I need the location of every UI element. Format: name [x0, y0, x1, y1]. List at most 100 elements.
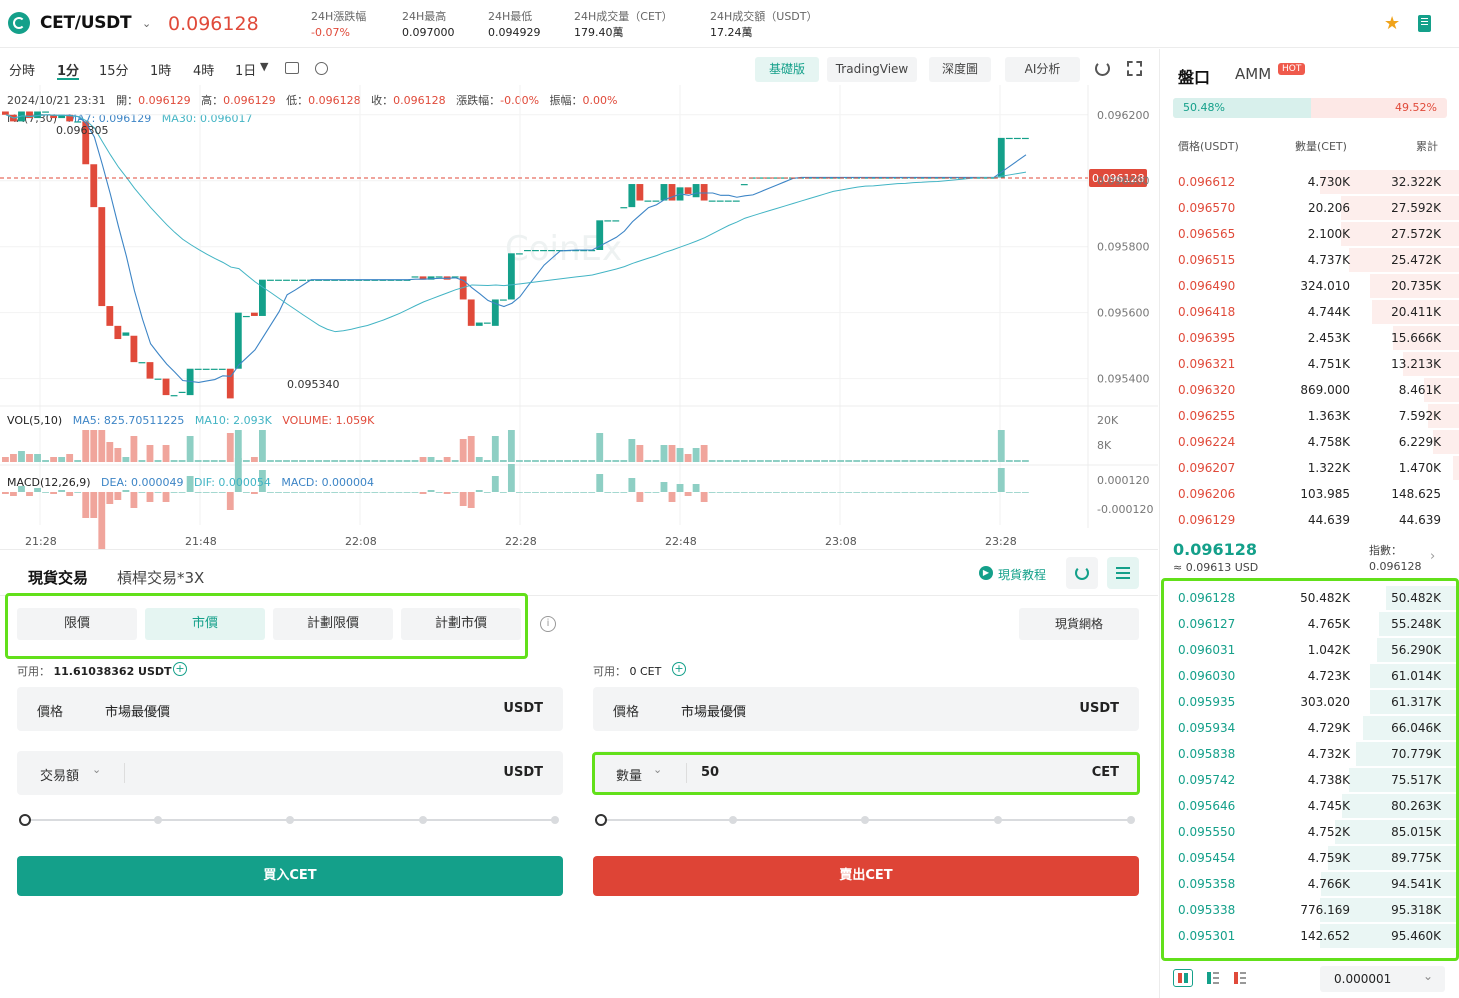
tab-spot[interactable]: 現貨交易	[28, 567, 89, 596]
slider-dot[interactable]	[729, 816, 737, 824]
add-icon[interactable]: +	[173, 662, 187, 676]
tutorial-link[interactable]: 現貨教程	[998, 566, 1046, 583]
ask-row[interactable]: 0.096320 869.000 8.461K	[1160, 376, 1459, 402]
slider-dot[interactable]	[551, 816, 559, 824]
macd-bar	[218, 492, 226, 493]
macd-bar	[965, 492, 973, 493]
interval-3[interactable]: 1時	[150, 60, 171, 80]
ask-row[interactable]: 0.096612 4.730K 32.322K	[1160, 168, 1459, 194]
ask-row[interactable]: 0.096224 4.758K 6.229K	[1160, 428, 1459, 454]
filter-icon[interactable]	[1107, 557, 1139, 589]
fullscreen-icon[interactable]	[1127, 61, 1142, 76]
buy-button[interactable]: 買入CET	[17, 856, 563, 896]
time-tick: 23:28	[985, 535, 1017, 548]
macd-bar	[724, 492, 732, 493]
add-icon[interactable]: +	[672, 662, 686, 676]
volume-bar	[387, 460, 395, 462]
sell-slider-handle[interactable]	[595, 814, 607, 826]
indicator-icon[interactable]	[285, 62, 299, 74]
volume-bar	[1021, 460, 1029, 462]
volume-bar	[781, 460, 788, 462]
macd-bar	[210, 492, 218, 493]
macd-bar	[419, 492, 427, 494]
volume-bar	[556, 460, 563, 462]
candle	[122, 332, 130, 336]
candle	[660, 184, 668, 201]
ask-row[interactable]: 0.096207 1.322K 1.470K	[1160, 454, 1459, 480]
tab-orderbook[interactable]: 盤口	[1178, 64, 1210, 88]
favorite-star-icon[interactable]: ★	[1384, 13, 1400, 34]
ask-row[interactable]: 0.096565 2.100K 27.572K	[1160, 220, 1459, 246]
pie-icon[interactable]	[1066, 557, 1098, 589]
candle	[299, 279, 306, 281]
vol-label: VOL(5,10)	[7, 414, 63, 427]
volume-bar	[363, 460, 371, 462]
buy-slider-handle[interactable]	[19, 814, 31, 826]
candle	[548, 250, 555, 252]
spot-grid-button[interactable]: 現貨網格	[1019, 608, 1139, 640]
row-price: 0.096206	[1178, 487, 1236, 501]
slider-dot[interactable]	[286, 816, 294, 824]
ask-row[interactable]: 0.096418 4.744K 20.411K	[1160, 298, 1459, 324]
ask-row[interactable]: 0.096321 4.751K 13.213K	[1160, 350, 1459, 376]
view-tab-0[interactable]: 基礎版	[755, 57, 819, 82]
stat-label: 24H最低	[488, 10, 533, 23]
interval-4[interactable]: 4時	[193, 60, 214, 80]
ask-row[interactable]: 0.096490 324.010 20.735K	[1160, 272, 1459, 298]
ask-row[interactable]: 0.096570 20.206 27.592K	[1160, 194, 1459, 220]
volume-bar	[909, 460, 917, 462]
volume-bar	[371, 460, 379, 462]
view-tab-2[interactable]: 深度圖	[929, 57, 991, 82]
macd-bar	[267, 492, 274, 493]
chevron-down-icon[interactable]: ⌄	[142, 17, 151, 30]
settings-icon[interactable]	[315, 62, 328, 75]
tab-amm[interactable]: AMM	[1235, 65, 1271, 83]
tab-margin[interactable]: 槓桿交易*3X	[117, 567, 204, 588]
slider-dot[interactable]	[154, 816, 162, 824]
volume-bar	[122, 457, 130, 462]
info-icon[interactable]: i	[540, 616, 556, 632]
volume-bar	[1005, 460, 1013, 462]
play-icon[interactable]: ▶	[979, 566, 993, 580]
macd-bar	[644, 492, 652, 493]
sell-button[interactable]: 賣出CET	[593, 856, 1139, 896]
ask-row[interactable]: 0.096395 2.453K 15.666K	[1160, 324, 1459, 350]
precision-select[interactable]: 0.000001 ⌄	[1320, 966, 1445, 992]
volume-bar	[162, 445, 170, 462]
sell-price-field[interactable]: 價格 市場最優價 USDT	[593, 687, 1139, 731]
buy-price-field[interactable]: 價格 市場最優價 USDT	[17, 687, 563, 731]
row-amount: 324.010	[1300, 279, 1350, 293]
ask-row[interactable]: 0.096515 4.737K 25.472K	[1160, 246, 1459, 272]
pair-selector[interactable]: CET/USDT	[40, 13, 132, 33]
ask-row[interactable]: 0.096129 44.639 44.639	[1160, 506, 1459, 532]
macd-bar	[540, 492, 547, 493]
slider-dot[interactable]	[1127, 816, 1135, 824]
interval-0[interactable]: 分時	[9, 60, 35, 80]
macd-bar	[748, 492, 756, 493]
ask-row[interactable]: 0.096255 1.363K 7.592K	[1160, 402, 1459, 428]
layout-both-icon[interactable]	[1173, 969, 1193, 987]
slider-dot[interactable]	[861, 816, 869, 824]
view-tab-3[interactable]: AI分析	[1005, 57, 1080, 82]
view-tab-1[interactable]: TradingView	[827, 57, 917, 82]
power-icon[interactable]	[1095, 61, 1110, 76]
slider-dot[interactable]	[994, 816, 1002, 824]
layout-bids-icon[interactable]	[1205, 970, 1221, 986]
buy-amount-field[interactable]: 交易額 ⌄ USDT	[17, 751, 563, 795]
sell-avail-value: 0 CET	[629, 665, 662, 678]
slider-dot[interactable]	[419, 816, 427, 824]
candle	[106, 306, 114, 326]
interval-5[interactable]: 1日	[235, 60, 256, 80]
row-total: 8.461K	[1398, 383, 1441, 397]
interval-1[interactable]: 1分	[57, 60, 80, 80]
ask-row[interactable]: 0.096206 103.985 148.625	[1160, 480, 1459, 506]
volume-bar	[427, 457, 435, 462]
interval-caret-icon[interactable]: ▼	[260, 60, 268, 73]
notebook-icon[interactable]	[1418, 15, 1431, 32]
chevron-right-icon[interactable]: ›	[1430, 549, 1435, 564]
layout-asks-icon[interactable]	[1232, 970, 1248, 986]
macd-bar	[387, 492, 395, 493]
volume-bar	[138, 460, 146, 462]
interval-2[interactable]: 15分	[99, 60, 129, 80]
chevron-down-icon: ⌄	[1422, 969, 1433, 983]
